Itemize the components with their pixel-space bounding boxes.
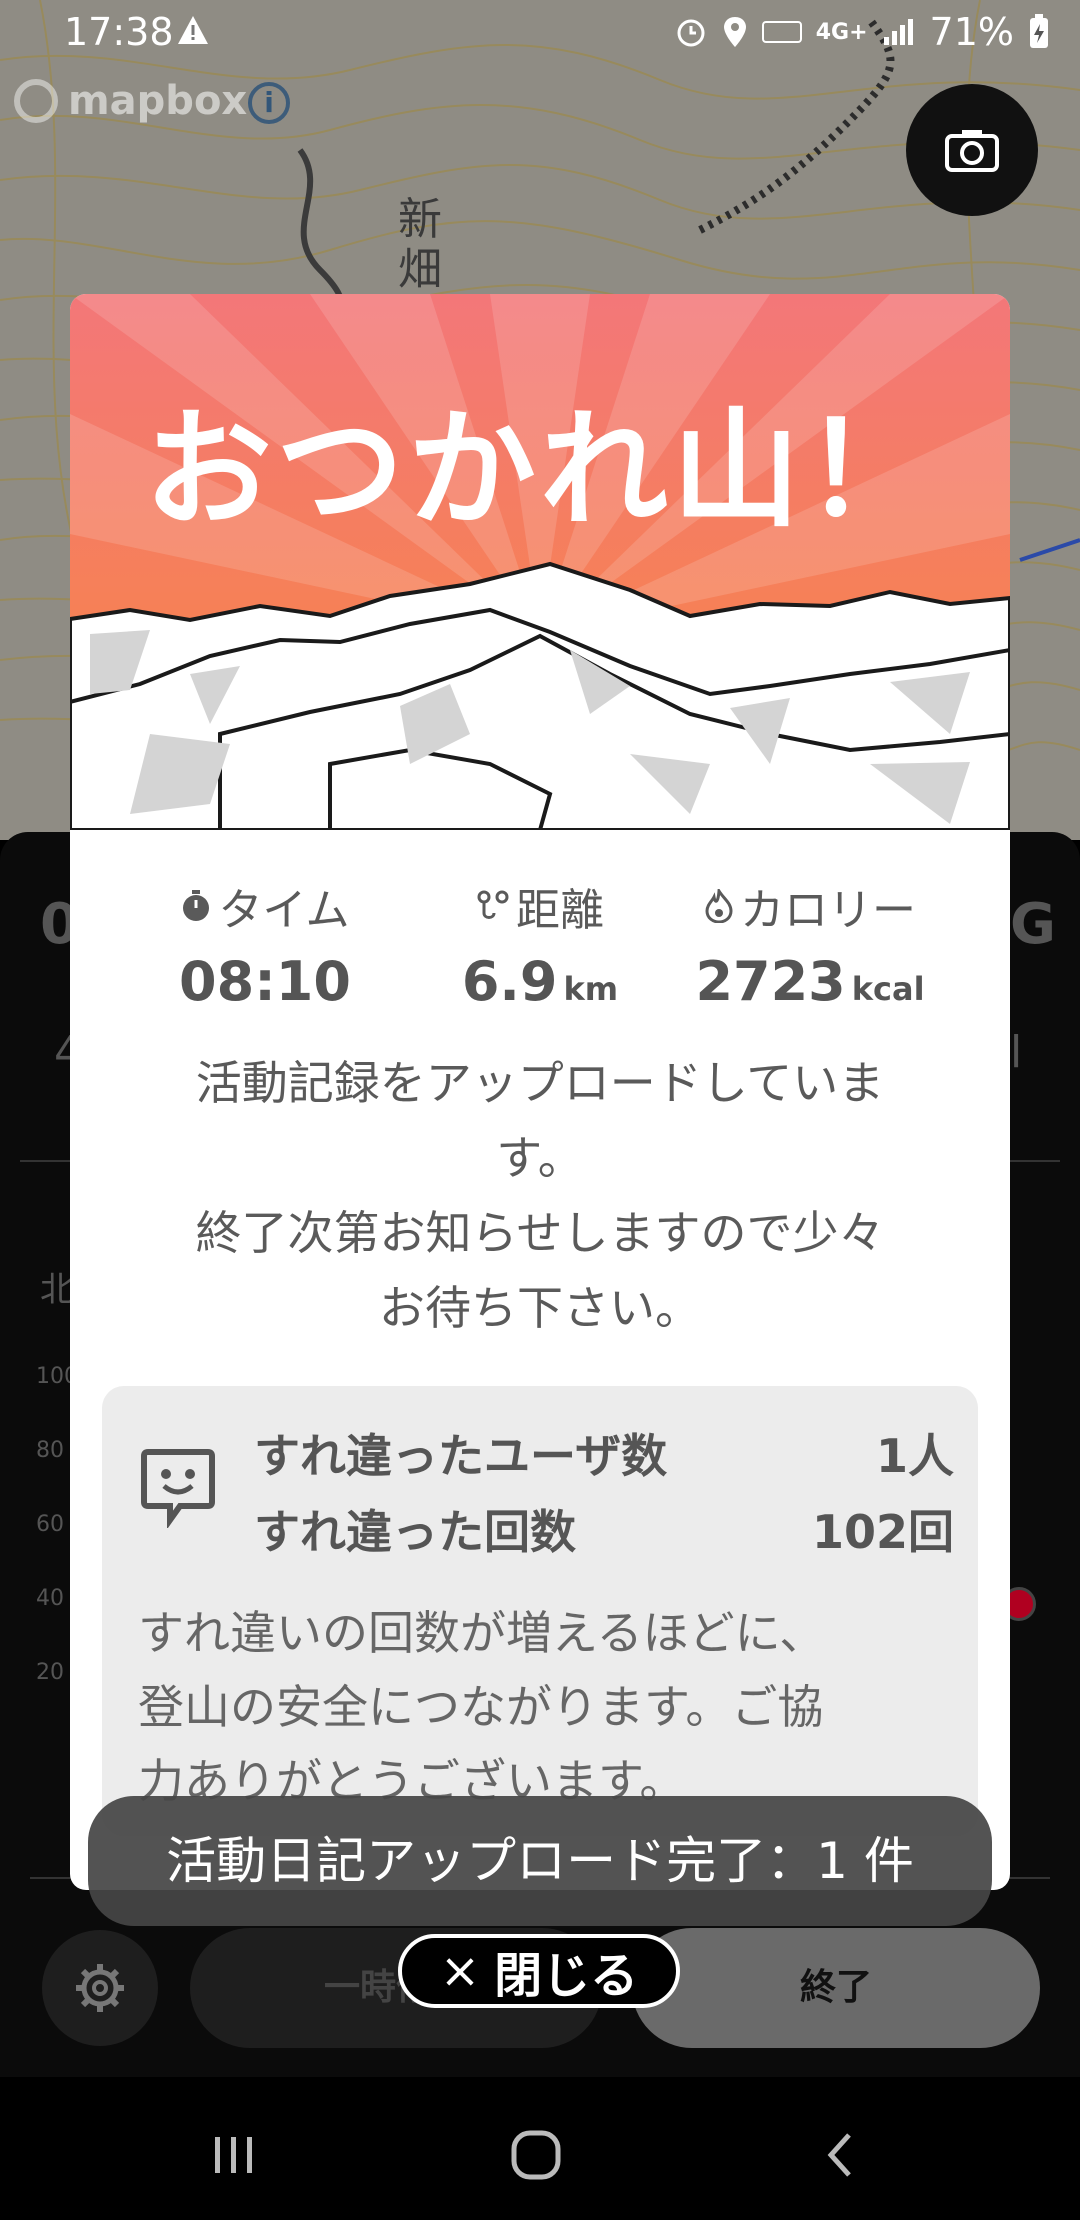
encounter-users-value: 1人 [875,1429,954,1483]
encounter-description: すれ違いの回数が増えるほどに、 登山の安全につながります。ご協 力ありがとうござ… [138,1596,938,1818]
status-right: 4G+ 71% [674,10,1050,54]
upload-message: 活動記録をアップロードしていま す。 終了次第お知らせしますので少々 お待ち下さ… [130,1046,950,1346]
signal-icon [883,19,913,45]
stat-calorie: カロリー 2723 kcal [660,874,960,1013]
mapbox-mark-icon [14,79,58,123]
activity-stats: タイム 08:10 距離 6.9 km カロリー 2723 kcal [70,874,1010,1024]
volte-icon [761,21,802,43]
mapbox-wordmark: mapbox [68,78,248,124]
settings-button[interactable] [42,1930,158,2046]
back-icon [827,2133,851,2177]
encounter-count-label: すれ違った回数 [254,1505,576,1559]
stat-calorie-unit: kcal [851,970,925,1008]
system-nav-bar [0,2090,1080,2220]
back-button[interactable] [800,2120,880,2190]
dialog-title: おつかれ山！ [143,396,936,545]
encounter-description-line: すれ違いの回数が増えるほどに、 [138,1606,826,1660]
panel-stat-right: G [1010,892,1056,957]
stat-distance: 距離 6.9 km [390,874,690,1013]
encounter-description-line: 登山の安全につながります。ご協 [138,1680,824,1734]
location-icon [723,17,746,47]
axis-label: 20 [36,1660,64,1685]
upload-message-line: お待ち下さい。 [379,1281,701,1335]
completion-dialog: おつかれ山！ タイム 08:10 距離 6.9 km カロリー 2723 kca… [70,294,1010,1890]
encounter-face-icon [141,1449,215,1528]
recent-apps-button[interactable] [194,2120,274,2190]
mapbox-logo: mapbox [14,78,247,124]
flame-icon [705,889,733,923]
alarm-icon [677,19,705,47]
panel-stat-right-sub: l [1010,1027,1023,1078]
encounter-users-row: すれ違ったユーザ数 1人 [254,1420,954,1486]
route-icon [477,890,509,919]
status-bar: 17:38 4G+ 71% [0,0,1080,66]
camera-button[interactable] [906,84,1038,216]
status-time: 17:38 [64,10,174,54]
axis-label: 40 [36,1586,64,1611]
battery-percent: 71% [929,10,1014,54]
battery-charging-icon [1030,14,1048,48]
direction-label: 北 [40,1270,74,1310]
stat-time: タイム 08:10 [115,874,415,1013]
upload-complete-toast: 活動日記アップロード完了：1 件 [88,1796,992,1926]
stat-time-label: タイム [218,885,350,936]
close-button[interactable]: × 閉じる [398,1934,680,2008]
stat-distance-value: 6.9 [461,950,558,1013]
stat-calorie-label: カロリー [740,885,916,936]
stat-time-value: 08:10 [179,950,351,1013]
network-type: 4G+ [815,19,868,45]
upload-message-line: す。 [496,1131,584,1185]
encounter-users-label: すれ違ったユーザ数 [254,1429,668,1483]
upload-message-line: 活動記録をアップロードしていま [195,1056,885,1110]
encounter-count-row: すれ違った回数 102回 [254,1496,954,1562]
axis-label: 60 [36,1512,64,1537]
gear-icon [76,1964,124,2012]
home-icon [511,2130,561,2180]
timer-icon [183,890,210,921]
encounter-card: すれ違ったユーザ数 1人 すれ違った回数 102回 すれ違いの回数が増えるほどに… [102,1386,978,1836]
close-button-label: 閉じる [494,1948,639,2004]
stat-distance-unit: km [563,970,619,1008]
map-info-button[interactable]: i [248,82,290,124]
alert-icon [178,16,208,44]
camera-icon [945,130,999,172]
close-icon: × [439,1943,481,1999]
encounter-count-value: 102回 [811,1505,954,1559]
stat-calorie-value: 2723 [695,950,846,1013]
end-button[interactable]: 終了 [632,1928,1040,2048]
axis-label: 80 [36,1438,64,1463]
stat-distance-label: 距離 [516,885,604,936]
recent-apps-icon [215,2137,252,2173]
celebration-banner: おつかれ山！ [70,294,1010,830]
upload-message-line: 終了次第お知らせしますので少々 [195,1206,885,1260]
map-place-label: 新畑 [398,194,442,295]
home-button[interactable] [496,2120,576,2190]
